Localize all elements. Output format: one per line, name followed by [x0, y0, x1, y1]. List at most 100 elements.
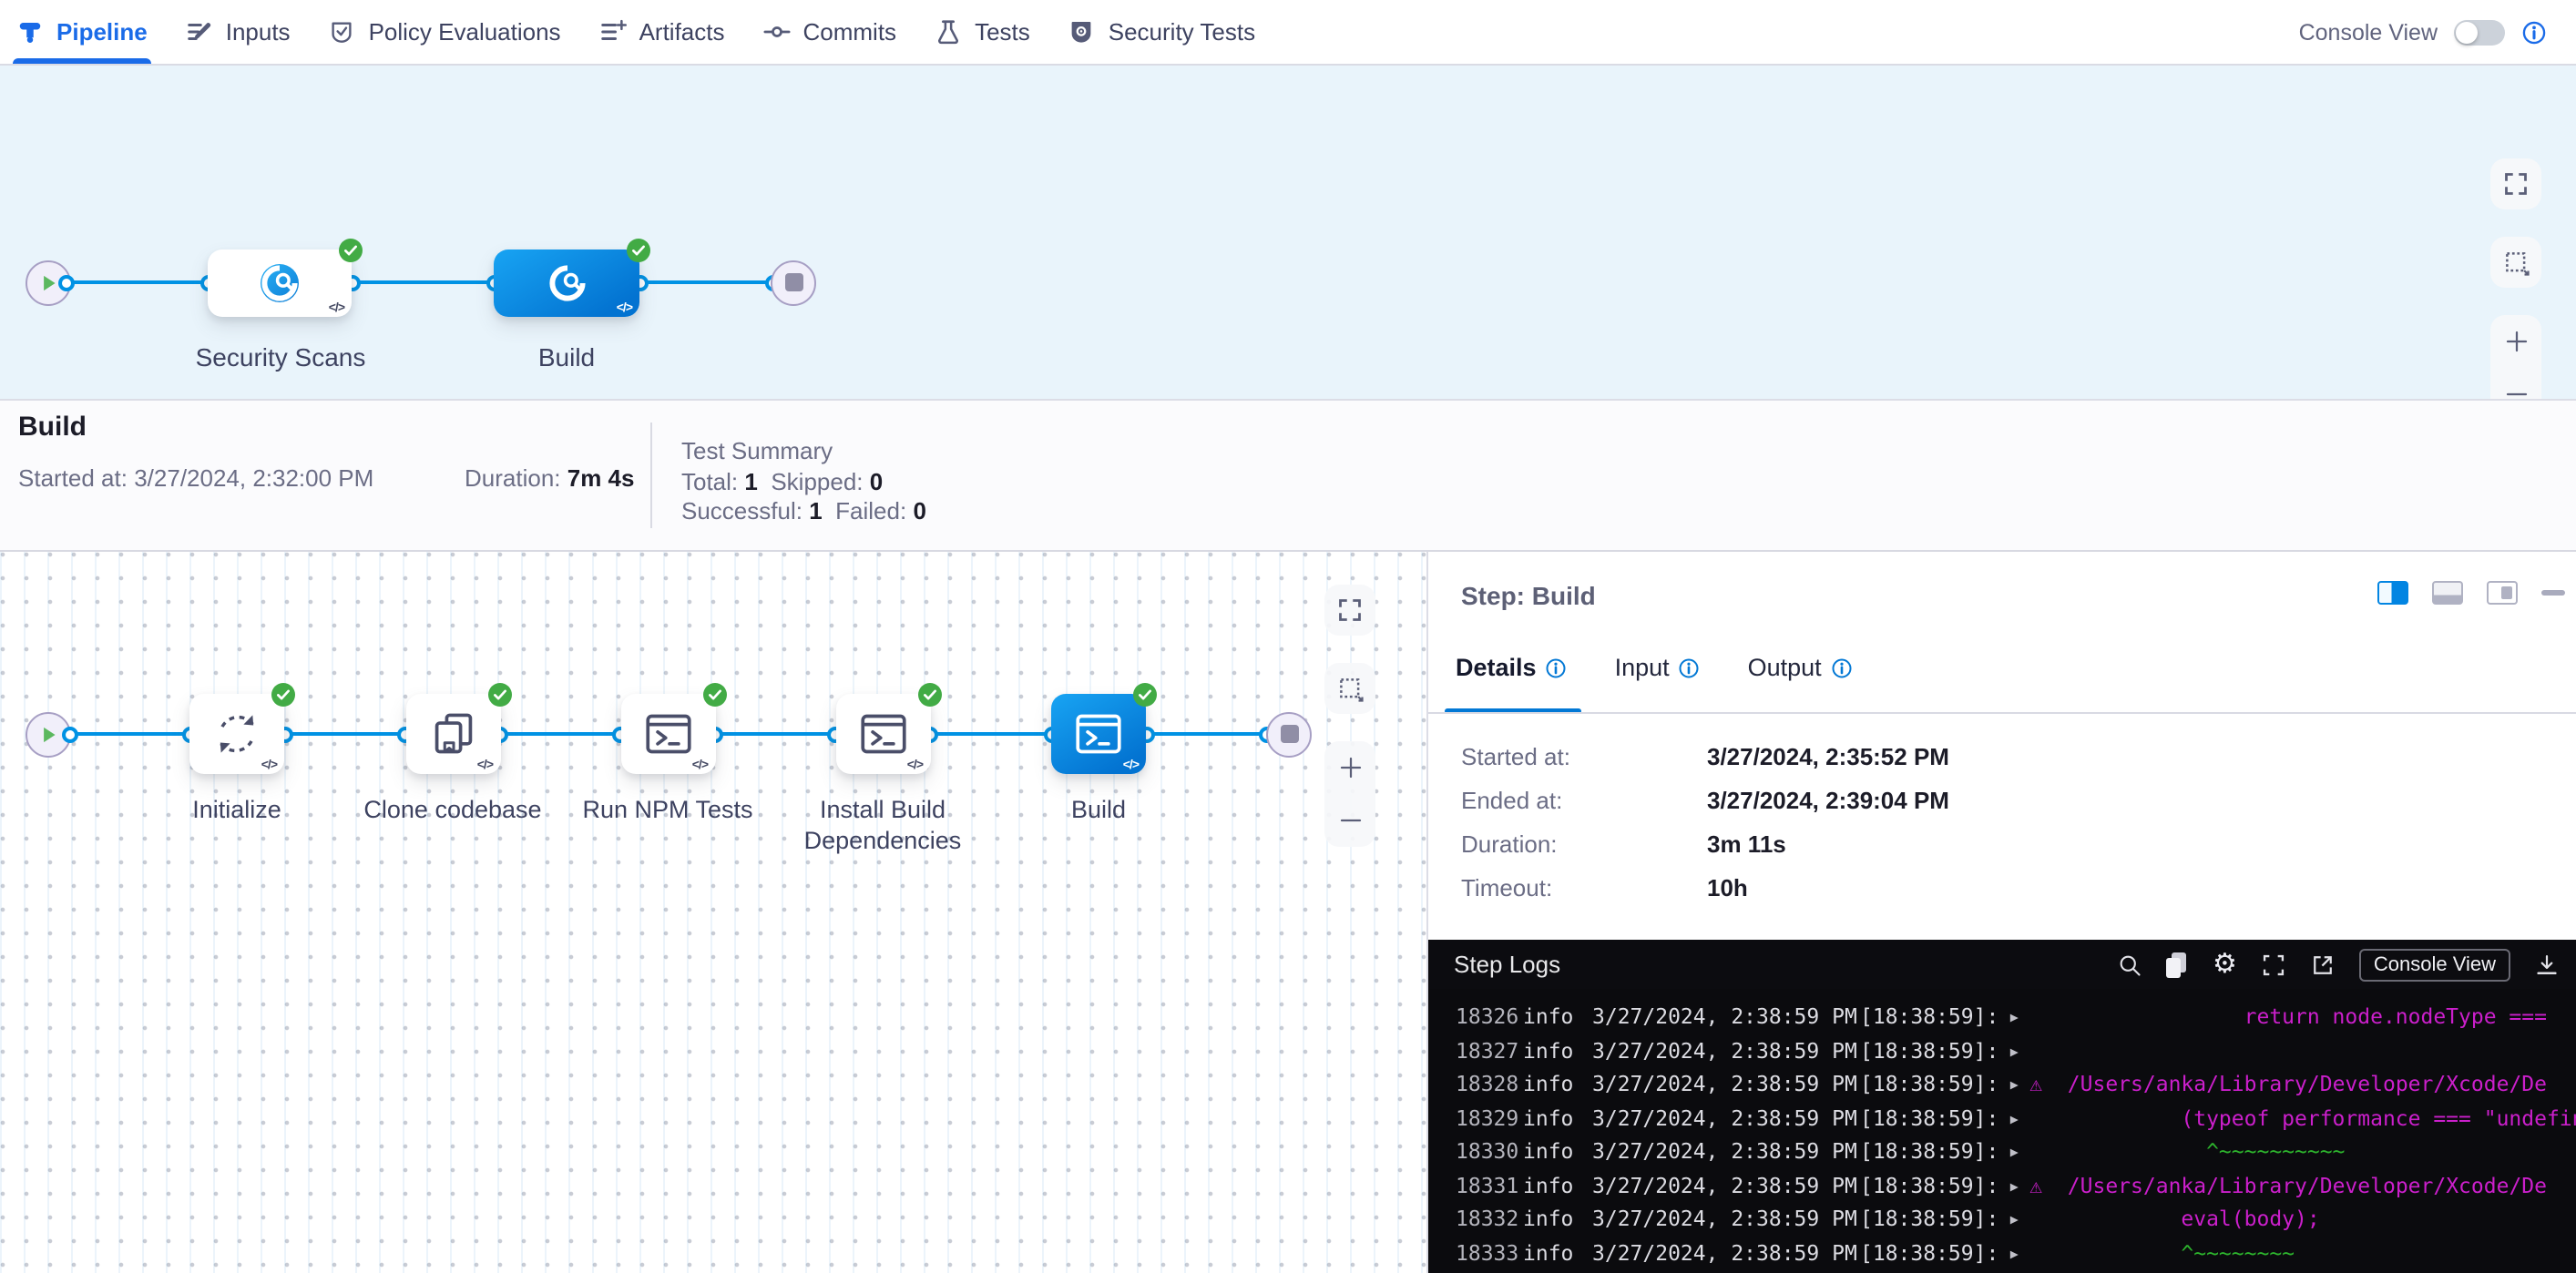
- code-view-icon: </>: [617, 301, 632, 314]
- tab-tests[interactable]: Tests: [935, 0, 1030, 64]
- stage-node-security-scans[interactable]: </>: [208, 249, 352, 316]
- open-external-icon[interactable]: [2310, 952, 2336, 977]
- toggle-knob: [2456, 21, 2478, 43]
- minus-icon: [1336, 807, 1364, 834]
- zoom-in-button[interactable]: [2490, 317, 2541, 366]
- tab-pipeline[interactable]: Pipeline: [16, 0, 148, 64]
- canvas-marquee-select-button[interactable]: [1324, 663, 1375, 714]
- terminal-icon: [859, 710, 906, 758]
- zoom-out-button[interactable]: [2490, 370, 2541, 399]
- settings-gear-icon[interactable]: ⚙: [2213, 951, 2237, 978]
- marquee-select-icon: [2502, 249, 2530, 276]
- check-icon: [342, 241, 359, 258]
- log-toolbar: ⚙ Console View: [2118, 948, 2560, 981]
- flask-icon: [935, 18, 962, 46]
- tab-output[interactable]: Output: [1748, 654, 1853, 681]
- tab-artifacts[interactable]: Artifacts: [599, 0, 725, 64]
- layout-bottom-view-icon[interactable]: [2432, 581, 2463, 605]
- tab-input[interactable]: Input: [1615, 654, 1701, 681]
- success-badge: [339, 238, 363, 261]
- plus-icon: [1336, 754, 1364, 781]
- step-node-clone-codebase[interactable]: </>: [405, 694, 500, 774]
- info-icon[interactable]: [1831, 657, 1853, 678]
- step-logs-console[interactable]: 18326info3/27/2024, 2:38:59 PM[18:38:59]…: [1428, 989, 2576, 1273]
- expand-arrow-icon[interactable]: ▸: [2008, 1202, 2020, 1236]
- expand-logs-icon[interactable]: [2261, 952, 2286, 977]
- divider: [650, 423, 652, 528]
- expand-arrow-icon[interactable]: ▸: [2008, 1135, 2020, 1168]
- success-badge: [627, 238, 650, 261]
- zoom-in-button[interactable]: [1324, 743, 1375, 792]
- step-label[interactable]: Run NPM Tests: [558, 794, 777, 825]
- log-line: 18329info3/27/2024, 2:38:59 PM[18:38:59]…: [1428, 1101, 2576, 1135]
- graph-marquee-select-button[interactable]: [2490, 237, 2541, 288]
- stage-node-build-selected[interactable]: </>: [494, 249, 639, 316]
- step-node-run-npm-tests[interactable]: </>: [620, 694, 715, 774]
- step-label[interactable]: Initialize: [128, 794, 346, 825]
- expand-arrow-icon[interactable]: ▸: [2008, 1000, 2020, 1034]
- canvas-zoom-panel: [1324, 741, 1375, 847]
- code-view-icon: </>: [1123, 759, 1139, 772]
- copy-icon[interactable]: [2167, 952, 2189, 977]
- console-view-button[interactable]: Console View: [2359, 948, 2510, 981]
- pipeline-icon: [16, 18, 44, 46]
- marquee-select-icon: [1336, 675, 1364, 702]
- stage-title: Build: [18, 412, 87, 443]
- step-panel-title: Step: Build: [1461, 581, 1596, 610]
- stage-edge: [69, 280, 772, 284]
- graph-fullscreen-button[interactable]: [2490, 158, 2541, 209]
- download-logs-icon[interactable]: [2534, 952, 2560, 977]
- minimize-icon[interactable]: [2541, 591, 2565, 596]
- tab-label: Policy Evaluations: [369, 18, 561, 46]
- expand-arrow-icon[interactable]: ▸: [2008, 1034, 2020, 1067]
- step-graph-canvas[interactable]: </> </> </> </> </>: [0, 552, 1426, 1273]
- zoom-out-button[interactable]: [1324, 796, 1375, 845]
- policy-shield-icon: [329, 18, 356, 46]
- step-node-initialize[interactable]: </>: [189, 694, 284, 774]
- step-node-build-selected[interactable]: </>: [1051, 694, 1146, 774]
- inputs-icon: [186, 18, 213, 46]
- step-node-install-build-dependencies[interactable]: </>: [835, 694, 930, 774]
- scan-icon: [547, 263, 586, 301]
- tab-label: Pipeline: [56, 18, 148, 46]
- commit-icon: [763, 18, 791, 46]
- test-summary-title: Test Summary: [681, 437, 833, 464]
- stage-label[interactable]: Build: [457, 342, 676, 372]
- tab-policy-evaluations[interactable]: Policy Evaluations: [329, 0, 561, 64]
- expand-arrow-icon[interactable]: ▸: [2008, 1168, 2020, 1202]
- tab-details[interactable]: Details: [1456, 654, 1568, 681]
- check-icon: [491, 687, 507, 703]
- graph-zoom-panel: [2490, 315, 2541, 399]
- info-icon[interactable]: [2521, 19, 2547, 45]
- step-label[interactable]: Install Build Dependencies: [792, 794, 974, 856]
- layout-split-view-icon[interactable]: [2377, 581, 2408, 605]
- step-details-panel: Step: Build Details Input Output: [1426, 552, 2576, 1273]
- info-icon[interactable]: [1679, 657, 1701, 678]
- tab-security-tests[interactable]: Security Tests: [1068, 0, 1255, 64]
- success-badge: [271, 683, 295, 707]
- clone-codebase-icon: [429, 710, 476, 758]
- step-label[interactable]: Build: [989, 794, 1208, 825]
- canvas-fullscreen-button[interactable]: [1324, 585, 1375, 636]
- console-view-toggle[interactable]: [2454, 19, 2505, 45]
- stage-label[interactable]: Security Scans: [171, 342, 390, 372]
- expand-arrow-icon[interactable]: ▸: [2008, 1101, 2020, 1135]
- stop-icon: [1280, 725, 1298, 743]
- search-icon[interactable]: [2118, 952, 2143, 977]
- expand-arrow-icon[interactable]: ▸: [2008, 1236, 2020, 1269]
- panel-layout-controls: [2377, 581, 2565, 605]
- stage-end-node: [1266, 711, 1312, 757]
- stage-graph-canvas[interactable]: </> </> Security Scans Build: [0, 66, 2576, 399]
- log-line: 18327info3/27/2024, 2:38:59 PM[18:38:59]…: [1428, 1034, 2576, 1067]
- warning-icon: ⚠: [2029, 1067, 2042, 1101]
- tab-commits[interactable]: Commits: [763, 0, 897, 64]
- layout-drawer-view-icon[interactable]: [2487, 581, 2518, 605]
- security-shield-icon: [1068, 18, 1096, 46]
- log-line: 18333info3/27/2024, 2:38:59 PM[18:38:59]…: [1428, 1236, 2576, 1269]
- code-view-icon: </>: [907, 759, 923, 772]
- info-icon[interactable]: [1546, 657, 1568, 678]
- terminal-icon: [644, 710, 691, 758]
- expand-arrow-icon[interactable]: ▸: [2008, 1067, 2020, 1101]
- step-label[interactable]: Clone codebase: [343, 794, 562, 825]
- tab-inputs[interactable]: Inputs: [186, 0, 291, 64]
